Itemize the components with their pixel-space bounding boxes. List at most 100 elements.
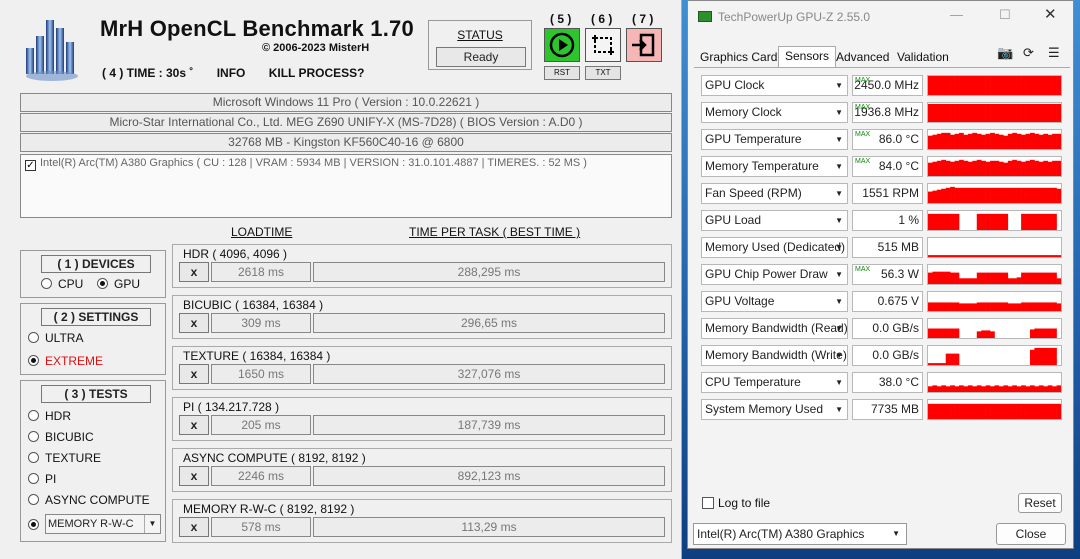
cpu-radio[interactable]: CPU bbox=[41, 277, 83, 291]
export-txt-button[interactable]: TXT bbox=[585, 66, 621, 80]
test-select[interactable]: MEMORY R-W-C ▼ bbox=[45, 514, 161, 534]
tab-sensors[interactable]: Sensors bbox=[778, 46, 837, 68]
clear-result-button[interactable]: x bbox=[179, 364, 209, 384]
ultra-radio[interactable]: ULTRA bbox=[28, 331, 83, 345]
gpu-radio[interactable]: GPU bbox=[97, 277, 140, 291]
radio-icon bbox=[28, 431, 39, 442]
reset-button[interactable]: Reset bbox=[1018, 493, 1062, 513]
graph-bar bbox=[941, 403, 947, 419]
sensor-name[interactable]: GPU Chip Power Draw ▼ bbox=[701, 264, 848, 285]
sensor-graph-plot bbox=[928, 302, 1061, 311]
graph-bar bbox=[1047, 213, 1053, 230]
graph-bar bbox=[976, 133, 982, 149]
graph-bar bbox=[959, 403, 964, 419]
sensor-name[interactable]: Memory Temperature ▼ bbox=[701, 156, 848, 177]
start-button[interactable] bbox=[544, 28, 580, 62]
graph-bar bbox=[1003, 187, 1009, 203]
sensor-name[interactable]: Memory Bandwidth (Write) ▼ bbox=[701, 345, 848, 366]
device-select[interactable]: Intel(R) Arc(TM) A380 Graphics ▼ bbox=[693, 523, 907, 545]
device-list-item[interactable]: ✓ Intel(R) Arc(TM) A380 Graphics ( CU : 1… bbox=[25, 157, 587, 171]
device-list: ✓ Intel(R) Arc(TM) A380 Graphics ( CU : 1… bbox=[20, 154, 672, 218]
graph-bar bbox=[932, 134, 938, 149]
close-icon[interactable]: ✕ bbox=[1044, 5, 1057, 23]
time-per-task-value: 288,295 ms bbox=[313, 262, 665, 282]
log-to-file-checkbox[interactable]: Log to file bbox=[702, 496, 770, 510]
camera-icon[interactable]: 📷 bbox=[997, 45, 1013, 61]
tab-validation[interactable]: Validation bbox=[891, 48, 955, 68]
graph-bar bbox=[967, 103, 973, 122]
test-radio-memory[interactable] bbox=[28, 518, 45, 532]
time-per-task-value: 113,29 ms bbox=[313, 517, 665, 537]
test-radio-pi[interactable]: PI bbox=[28, 472, 56, 486]
sensor-name[interactable]: Memory Used (Dedicated) ▼ bbox=[701, 237, 848, 258]
radio-selected-icon bbox=[97, 278, 108, 289]
graph-bar bbox=[1056, 160, 1061, 176]
sensor-name-label: System Memory Used bbox=[705, 402, 824, 416]
graph-bar bbox=[1029, 76, 1035, 95]
time-setting[interactable]: ( 4 ) TIME : 30s ˚ bbox=[102, 66, 193, 80]
test-radio-hdr[interactable]: HDR bbox=[28, 409, 71, 423]
test-radio-texture[interactable]: TEXTURE bbox=[28, 451, 101, 465]
maximize-icon[interactable]: ☐ bbox=[999, 7, 1011, 23]
graph-bar bbox=[1034, 272, 1040, 284]
graph-bar bbox=[985, 272, 991, 284]
graph-bar bbox=[990, 386, 995, 392]
sensor-name[interactable]: Fan Speed (RPM) ▼ bbox=[701, 183, 848, 204]
sensor-name[interactable]: System Memory Used ▼ bbox=[701, 399, 848, 420]
loadtime-value: 1650 ms bbox=[211, 364, 311, 384]
graph-bar bbox=[1025, 272, 1031, 284]
test-radio-async[interactable]: ASYNC COMPUTE bbox=[28, 493, 150, 507]
sensor-row: Memory Temperature ▼ MAX 84.0 °C bbox=[701, 154, 1065, 179]
graph-bar bbox=[1016, 76, 1022, 95]
refresh-icon[interactable]: ⟳ bbox=[1023, 45, 1034, 61]
graph-bar bbox=[1038, 187, 1044, 203]
graph-bar bbox=[967, 303, 973, 311]
exit-button[interactable] bbox=[626, 28, 662, 62]
sensor-name[interactable]: GPU Temperature ▼ bbox=[701, 129, 848, 150]
graph-bar bbox=[954, 328, 960, 338]
graph-bar bbox=[932, 255, 938, 257]
sensor-graph bbox=[927, 345, 1062, 366]
sensor-name[interactable]: GPU Load ▼ bbox=[701, 210, 848, 231]
sensor-name[interactable]: GPU Clock ▼ bbox=[701, 75, 848, 96]
sensor-name[interactable]: Memory Clock ▼ bbox=[701, 102, 848, 123]
graph-bar bbox=[950, 213, 955, 230]
info-link[interactable]: INFO bbox=[217, 66, 246, 80]
app-logo-icon bbox=[26, 20, 78, 81]
device-checkbox[interactable]: ✓ bbox=[25, 160, 36, 171]
graph-bar bbox=[994, 76, 1000, 95]
graph-bar bbox=[1043, 187, 1048, 203]
extreme-radio[interactable]: EXTREME bbox=[28, 354, 103, 368]
clear-result-button[interactable]: x bbox=[179, 262, 209, 282]
tab-advanced[interactable]: Advanced bbox=[830, 48, 895, 68]
clear-result-button[interactable]: x bbox=[179, 313, 209, 333]
graph-bar bbox=[1003, 162, 1009, 176]
clear-result-button[interactable]: x bbox=[179, 415, 209, 435]
reset-button[interactable]: RST bbox=[544, 66, 580, 80]
menu-icon[interactable]: ☰ bbox=[1048, 45, 1060, 61]
graph-bar bbox=[945, 213, 951, 230]
test-radio-bicubic[interactable]: BICUBIC bbox=[28, 430, 94, 444]
sensor-name[interactable]: GPU Voltage ▼ bbox=[701, 291, 848, 312]
screenshot-button[interactable] bbox=[585, 28, 621, 62]
graph-bar bbox=[1052, 160, 1057, 176]
sensor-value: MAX 84.0 °C bbox=[852, 156, 923, 177]
graph-bar bbox=[1029, 385, 1035, 392]
close-button[interactable]: Close bbox=[996, 523, 1066, 545]
graph-bar bbox=[972, 187, 978, 203]
kill-process-link[interactable]: KILL PROCESS? bbox=[269, 66, 365, 80]
sensor-name[interactable]: Memory Bandwidth (Read) ▼ bbox=[701, 318, 848, 339]
devices-title: ( 1 ) DEVICES bbox=[41, 255, 151, 273]
graph-bar bbox=[941, 302, 947, 311]
graph-bar bbox=[1034, 103, 1040, 122]
clear-result-button[interactable]: x bbox=[179, 517, 209, 537]
graph-bar bbox=[1038, 76, 1044, 95]
status-value: Ready bbox=[436, 47, 526, 67]
clear-result-button[interactable]: x bbox=[179, 466, 209, 486]
tab-graphics-card[interactable]: Graphics Card bbox=[694, 48, 783, 68]
graph-bar bbox=[963, 278, 969, 284]
mrh-window: MrH OpenCL Benchmark 1.70 © 2006-2023 Mi… bbox=[0, 0, 682, 559]
sensor-name[interactable]: CPU Temperature ▼ bbox=[701, 372, 848, 393]
graph-bar bbox=[945, 132, 951, 149]
minimize-icon[interactable]: — bbox=[950, 7, 963, 22]
